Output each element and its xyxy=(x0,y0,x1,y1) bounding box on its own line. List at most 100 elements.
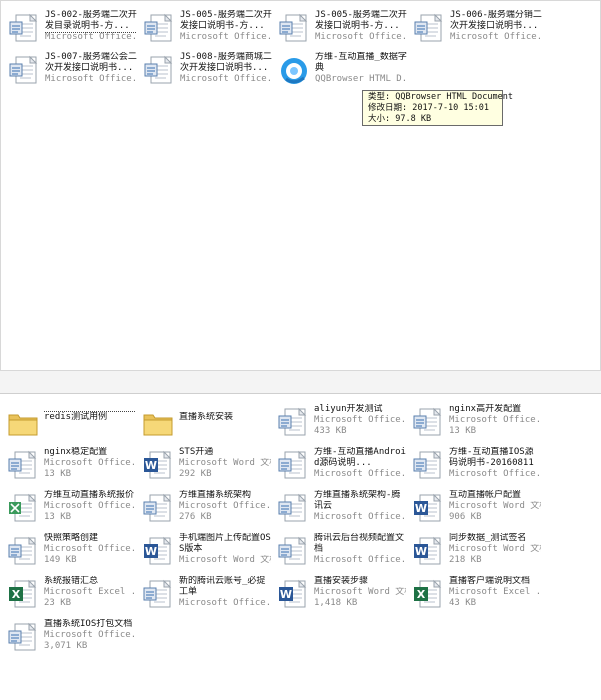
folder-icon xyxy=(6,406,40,440)
word-w-icon: W xyxy=(411,492,445,526)
file-item[interactable]: 方维互动直播系统报价Microsoft Office...13 KB xyxy=(2,488,136,528)
file-item[interactable]: 方维-互动直播_数据字典QQBrowser HTML D... xyxy=(273,50,407,90)
word-doc-icon xyxy=(276,492,310,526)
word-doc-icon xyxy=(7,54,41,88)
file-name: JS-008-服务端商城二次开发接口说明书... xyxy=(180,52,272,73)
file-name: 直播系统安装 xyxy=(179,412,234,422)
word-doc-icon xyxy=(7,12,41,46)
file-item[interactable]: JS-005-服务端二次开发接口说明书-方... Microsoft Office… xyxy=(138,8,272,48)
tooltip-size: 大小: 97.8 KB xyxy=(368,114,432,124)
file-item[interactable]: 快照策略创建Microsoft Office...149 KB xyxy=(2,531,136,571)
word-doc-icon xyxy=(142,54,176,88)
word-doc-icon xyxy=(276,535,310,569)
file-size: 43 KB xyxy=(449,598,477,608)
file-item[interactable]: 方维直播系统架构-腾讯云Microsoft Office... xyxy=(272,488,406,528)
file-size: 292 KB xyxy=(179,469,212,479)
file-name: 直播安装步骤 xyxy=(314,576,369,586)
file-item[interactable]: 腾讯云后台视频配置文档Microsoft Office... xyxy=(272,531,406,571)
word-doc-icon xyxy=(6,621,40,655)
file-type: Microsoft Word 文档 xyxy=(314,587,406,597)
file-size: 13 KB xyxy=(44,512,72,522)
svg-text:W: W xyxy=(145,545,157,558)
file-size: 276 KB xyxy=(179,512,212,522)
file-type: Microsoft Office... xyxy=(314,512,406,522)
file-type: QQBrowser HTML D... xyxy=(315,74,407,84)
file-name: 快照策略创建 xyxy=(44,533,99,543)
file-item[interactable]: 方维-互动直播IOS源码说明书-20160811 Microsoft Office… xyxy=(407,445,541,485)
file-size: 149 KB xyxy=(44,555,77,565)
file-type: Microsoft Office... xyxy=(180,32,272,42)
file-name: 腾讯云后台视频配置文档 xyxy=(314,533,405,554)
file-item[interactable]: 方维-互动直播Android源码说明...Microsoft Office... xyxy=(272,445,406,485)
svg-text:W: W xyxy=(145,459,157,472)
file-type: Microsoft Office... xyxy=(45,74,137,84)
file-size: 1,418 KB xyxy=(314,598,358,608)
file-name: 方维-互动直播Android源码说明... xyxy=(314,447,406,468)
file-name: nginx稳定配置 xyxy=(44,447,108,457)
file-size: 433 KB xyxy=(314,426,347,436)
word-doc-icon xyxy=(412,12,446,46)
file-name: aliyun开发测试 xyxy=(314,404,383,414)
file-name: STS开通 xyxy=(179,447,214,457)
file-type: Microsoft Office... xyxy=(314,555,406,565)
file-item[interactable]: JS-006-服务端分销二次开发接口说明书... Microsoft Office… xyxy=(408,8,542,48)
file-name: JS-005-服务端二次开发接口说明书-方... xyxy=(180,10,272,31)
file-name: JS-007-服务端公会二次开发接口说明书... xyxy=(45,52,137,73)
file-item[interactable]: JS-007-服务端公会二次开发接口说明书... Microsoft Office… xyxy=(3,50,137,90)
file-item[interactable]: JS-002-服务端二次开发目录说明书-方... Microsoft Office… xyxy=(3,8,137,48)
file-info-tooltip: 类型: QQBrowser HTML Document 修改日期: 2017-7… xyxy=(362,90,513,126)
file-item[interactable]: W STS开通 Microsoft Word 文档 292 KB xyxy=(137,445,271,485)
file-item[interactable]: nginx稳定配置Microsoft Office...13 KB xyxy=(2,445,136,485)
file-type: Microsoft Office... xyxy=(44,544,136,554)
top-file-pane: JS-002-服务端二次开发目录说明书-方... Microsoft Office… xyxy=(0,0,601,371)
file-item[interactable]: X 系统报错汇总Microsoft Excel ...23 KB xyxy=(2,574,136,614)
excel-icon: X xyxy=(6,578,40,612)
file-name: redis测试用例 xyxy=(44,411,136,423)
file-type: Microsoft Office... xyxy=(450,32,542,42)
file-item[interactable]: nginx高开发配置Microsoft Office...13 KB xyxy=(407,402,541,442)
file-item[interactable]: 直播系统IOS打包文档Microsoft Office...3,071 KB xyxy=(2,617,136,657)
word-doc-icon xyxy=(141,578,175,612)
file-item[interactable]: X 直播客户端说明文档Microsoft Excel ...43 KB xyxy=(407,574,541,614)
folder-item[interactable]: redis测试用例 xyxy=(2,402,136,442)
excel-doc-icon xyxy=(6,492,40,526)
file-item[interactable]: 新的腾讯云账号_必提工单Microsoft Office... xyxy=(137,574,271,614)
file-item[interactable]: W 手机端图片上传配置OSS版本 Microsoft Word 文档 xyxy=(137,531,271,571)
word-doc-icon xyxy=(411,406,445,440)
file-item[interactable]: W 同步数据_测试签名 Microsoft Word 文档 218 KB xyxy=(407,531,541,571)
excel-icon: X xyxy=(411,578,445,612)
file-item[interactable]: W 直播安装步骤 Microsoft Word 文档 1,418 KB xyxy=(272,574,406,614)
file-item[interactable]: aliyun开发测试Microsoft Office...433 KB xyxy=(272,402,406,442)
file-name: 方维直播系统架构-腾讯云 xyxy=(314,490,401,511)
file-type: Microsoft Office... xyxy=(44,501,136,511)
file-type: Microsoft Office... xyxy=(179,598,271,608)
file-item[interactable]: JS-008-服务端商城二次开发接口说明书... Microsoft Office… xyxy=(138,50,272,90)
file-size: 906 KB xyxy=(449,512,482,522)
svg-text:X: X xyxy=(417,588,426,601)
file-type: Microsoft Word 文档 xyxy=(449,544,541,554)
word-w-icon: W xyxy=(276,578,310,612)
file-size: 13 KB xyxy=(449,426,477,436)
file-name: 直播系统IOS打包文档 xyxy=(44,619,133,629)
file-type: Microsoft Word 文档 xyxy=(179,555,271,565)
file-name: 直播客户端说明文档 xyxy=(449,576,531,586)
file-size: 23 KB xyxy=(44,598,72,608)
word-w-icon: W xyxy=(141,449,175,483)
file-name: JS-002-服务端二次开发目录说明书-方... xyxy=(45,10,137,33)
file-type: Microsoft Office... xyxy=(44,630,136,640)
file-type: Microsoft Office... xyxy=(314,415,406,425)
svg-text:W: W xyxy=(415,502,427,515)
file-item[interactable]: 方维直播系统架构Microsoft Office...276 KB xyxy=(137,488,271,528)
file-name: 系统报错汇总 xyxy=(44,576,99,586)
file-item[interactable]: W 互动直播帐户配置 Microsoft Word 文档 906 KB xyxy=(407,488,541,528)
file-item[interactable]: JS-005-服务端二次开发接口说明书-方... Microsoft Office… xyxy=(273,8,407,48)
svg-text:W: W xyxy=(280,588,292,601)
file-name: nginx高开发配置 xyxy=(449,404,522,414)
folder-item[interactable]: 直播系统安装 xyxy=(137,402,269,442)
word-doc-icon xyxy=(276,406,310,440)
file-type: Microsoft Office... xyxy=(449,415,541,425)
file-name: 方维-互动直播_数据字典 xyxy=(315,52,407,73)
file-type: Microsoft Office... xyxy=(314,469,406,479)
file-type: Microsoft Word 文档 xyxy=(179,458,271,468)
svg-text:X: X xyxy=(12,588,21,601)
